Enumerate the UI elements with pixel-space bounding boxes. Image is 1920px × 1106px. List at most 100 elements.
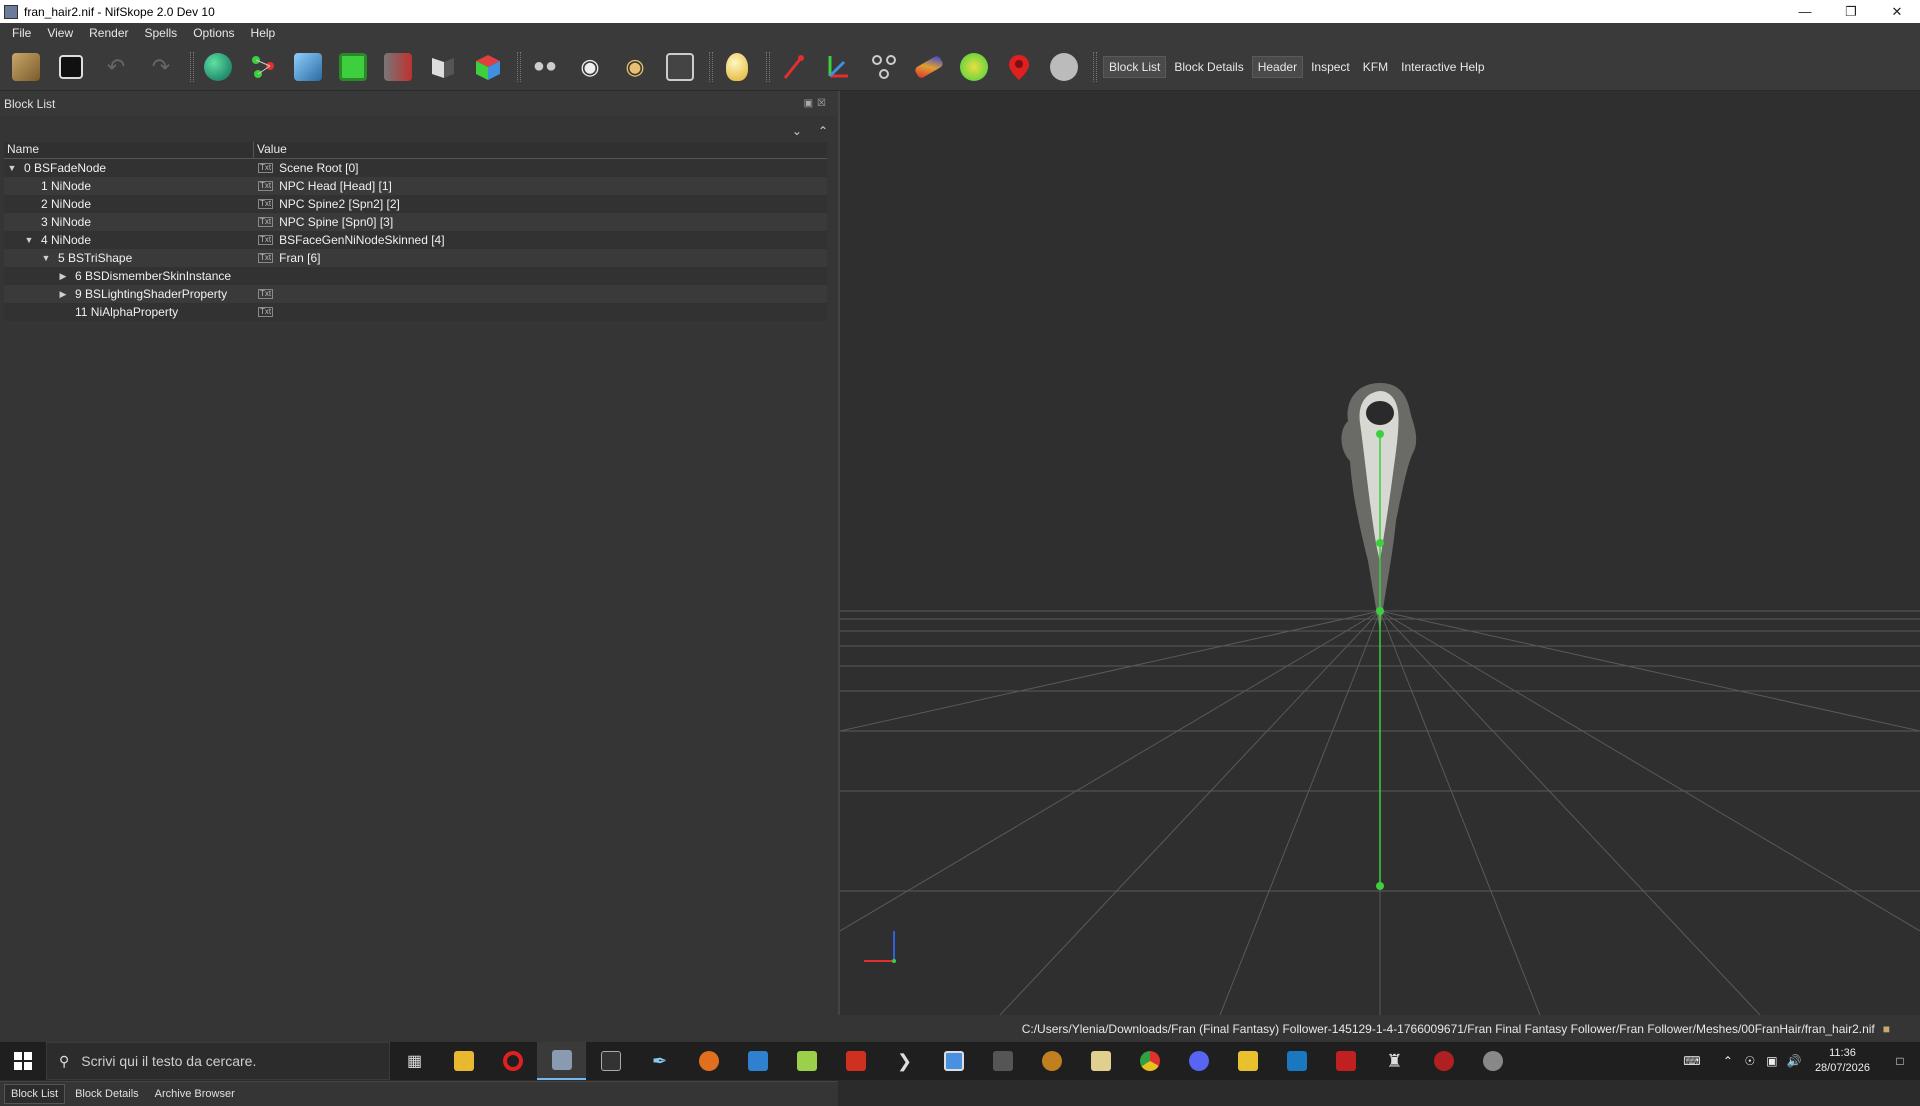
- tree-row[interactable]: ▼ 4 NiNode Txt BSFaceGenNiNodeSkinned [4]: [4, 231, 827, 249]
- show-hidden-icons-chevron[interactable]: ⌃: [1717, 1054, 1739, 1068]
- close-panel-icon[interactable]: ☒: [817, 98, 830, 109]
- notifications-icon[interactable]: □: [1880, 1054, 1920, 1068]
- collapse-arrow-icon[interactable]: ▼: [40, 253, 52, 263]
- archive-icon[interactable]: [1223, 1042, 1272, 1080]
- load-icon[interactable]: [8, 49, 44, 85]
- show-havok-icon[interactable]: [956, 49, 992, 85]
- expand-arrow-icon[interactable]: ▶: [57, 271, 69, 282]
- windows-start-icon[interactable]: [0, 1042, 46, 1080]
- close-icon[interactable]: ✕: [1874, 0, 1920, 23]
- show-axes-icon[interactable]: [776, 49, 812, 85]
- column-name[interactable]: Name: [4, 142, 254, 158]
- panel-title: Block List: [4, 96, 56, 111]
- show-nodes-icon[interactable]: [821, 49, 857, 85]
- float-icon[interactable]: ▣: [804, 98, 817, 109]
- expand-all-icon[interactable]: ⌄: [792, 124, 802, 138]
- menu-file[interactable]: File: [4, 26, 39, 40]
- save-icon[interactable]: [53, 49, 89, 85]
- tree-row[interactable]: ▼ 0 BSFadeNode Txt Scene Root [0]: [4, 159, 827, 177]
- bottom-tabs: Block List Block Details Archive Browser: [0, 1081, 838, 1106]
- show-markers-icon[interactable]: [911, 49, 947, 85]
- network-icon[interactable]: ▣: [1761, 1054, 1783, 1068]
- usb-icon[interactable]: ☉: [1739, 1054, 1761, 1068]
- restore-icon[interactable]: ❐: [1828, 0, 1874, 23]
- toolbar-tab-block-list[interactable]: Block List: [1103, 55, 1167, 78]
- toolbar-tab-block-details[interactable]: Block Details: [1169, 57, 1248, 77]
- view-flip-icon[interactable]: [425, 49, 461, 85]
- render-viewport[interactable]: [840, 91, 1920, 1015]
- red-app-icon[interactable]: [1321, 1042, 1370, 1080]
- menu-render[interactable]: Render: [81, 26, 136, 40]
- row-value: NPC Head [Head] [1]: [279, 179, 392, 193]
- tree-row[interactable]: 11 NiAlphaProperty Txt: [4, 303, 827, 321]
- filezilla-icon[interactable]: [831, 1042, 880, 1080]
- view-user-icon[interactable]: [470, 49, 506, 85]
- tree-row[interactable]: 2 NiNode Txt NPC Spine2 [Spn2] [2]: [4, 195, 827, 213]
- nvidia-icon[interactable]: [586, 1042, 635, 1080]
- menu-spells[interactable]: Spells: [137, 26, 186, 40]
- menu-options[interactable]: Options: [185, 26, 242, 40]
- notepad-icon[interactable]: [782, 1042, 831, 1080]
- task-view-icon[interactable]: ▦: [390, 1042, 439, 1080]
- gear-red-icon[interactable]: [1419, 1042, 1468, 1080]
- toolbar-tab-inspect[interactable]: Inspect: [1306, 57, 1355, 77]
- view-side-icon[interactable]: [380, 49, 416, 85]
- collapse-arrow-icon[interactable]: ▼: [6, 163, 18, 173]
- window-app-icon[interactable]: [733, 1042, 782, 1080]
- taskbar-search[interactable]: ⚲ Scrivi qui il testo da cercare.: [46, 1042, 390, 1080]
- toolbar-tab-interactive-help[interactable]: Interactive Help: [1396, 57, 1489, 77]
- discord-icon[interactable]: [1174, 1042, 1223, 1080]
- show-furniture-icon[interactable]: [1001, 49, 1037, 85]
- image-editor-icon[interactable]: [1076, 1042, 1125, 1080]
- light-icon[interactable]: [719, 49, 755, 85]
- castle-app-icon[interactable]: ♜: [1370, 1042, 1419, 1080]
- tree-row[interactable]: 3 NiNode Txt NPC Spine [Spn0] [3]: [4, 213, 827, 231]
- tree-row[interactable]: 1 NiNode Txt NPC Head [Head] [1]: [4, 177, 827, 195]
- hide-icon[interactable]: ◉: [617, 49, 653, 85]
- toolbar-tab-kfm[interactable]: KFM: [1358, 57, 1393, 77]
- menu-help[interactable]: Help: [243, 26, 284, 40]
- collapse-arrow-icon[interactable]: ▼: [23, 235, 35, 245]
- keyboard-icon[interactable]: ⌨: [1681, 1054, 1703, 1068]
- show-icon[interactable]: ◉: [572, 49, 608, 85]
- bottom-tab-block-list[interactable]: Block List: [4, 1084, 66, 1104]
- volume-icon[interactable]: 🔊: [1783, 1054, 1805, 1068]
- bottom-tab-archive-browser[interactable]: Archive Browser: [149, 1085, 241, 1103]
- hair-model[interactable]: [1341, 383, 1417, 631]
- collapse-all-icon[interactable]: ⌃: [818, 124, 828, 138]
- game-icon[interactable]: [1027, 1042, 1076, 1080]
- settings-app-icon[interactable]: [1468, 1042, 1517, 1080]
- file-explorer-icon[interactable]: [439, 1042, 488, 1080]
- menu-view[interactable]: View: [39, 26, 81, 40]
- minimize-icon[interactable]: —: [1782, 0, 1828, 23]
- expand-arrow-icon[interactable]: ▶: [57, 289, 69, 300]
- arrow-app-icon[interactable]: ❯: [880, 1042, 929, 1080]
- clock[interactable]: 11:36 28/07/2026: [1805, 1046, 1880, 1076]
- redo-icon[interactable]: ↷: [143, 49, 179, 85]
- walk-icon[interactable]: ●●: [527, 49, 563, 85]
- bottom-tab-block-details[interactable]: Block Details: [69, 1085, 145, 1103]
- undo-icon[interactable]: ↶: [98, 49, 134, 85]
- tree-row[interactable]: ▶ 6 BSDismemberSkinInstance: [4, 267, 827, 285]
- view-front-icon[interactable]: [290, 49, 326, 85]
- browser-window-icon[interactable]: [929, 1042, 978, 1080]
- tree-row[interactable]: ▼ 5 BSTriShape Txt Fran [6]: [4, 249, 827, 267]
- show-constraints-icon[interactable]: [866, 49, 902, 85]
- opera-icon[interactable]: [488, 1042, 537, 1080]
- photoshop-icon[interactable]: [1272, 1042, 1321, 1080]
- chrome-icon[interactable]: [1125, 1042, 1174, 1080]
- nifskope-taskbar-icon[interactable]: [537, 1042, 586, 1080]
- select-object-icon[interactable]: [200, 49, 236, 85]
- feather-icon[interactable]: ✒: [635, 1042, 684, 1080]
- view-top-icon[interactable]: [335, 49, 371, 85]
- column-value[interactable]: Value: [254, 142, 287, 158]
- text-icon: Txt: [258, 217, 274, 227]
- blender-icon[interactable]: [684, 1042, 733, 1080]
- screenshot-icon[interactable]: [662, 49, 698, 85]
- show-hidden-icon[interactable]: [1046, 49, 1082, 85]
- search-placeholder: Scrivi qui il testo da cercare.: [81, 1053, 257, 1069]
- select-vertex-icon[interactable]: [245, 49, 281, 85]
- toolbar-tab-header[interactable]: Header: [1251, 55, 1304, 78]
- tree-row[interactable]: ▶ 9 BSLightingShaderProperty Txt: [4, 285, 827, 303]
- nexus-app-icon[interactable]: [978, 1042, 1027, 1080]
